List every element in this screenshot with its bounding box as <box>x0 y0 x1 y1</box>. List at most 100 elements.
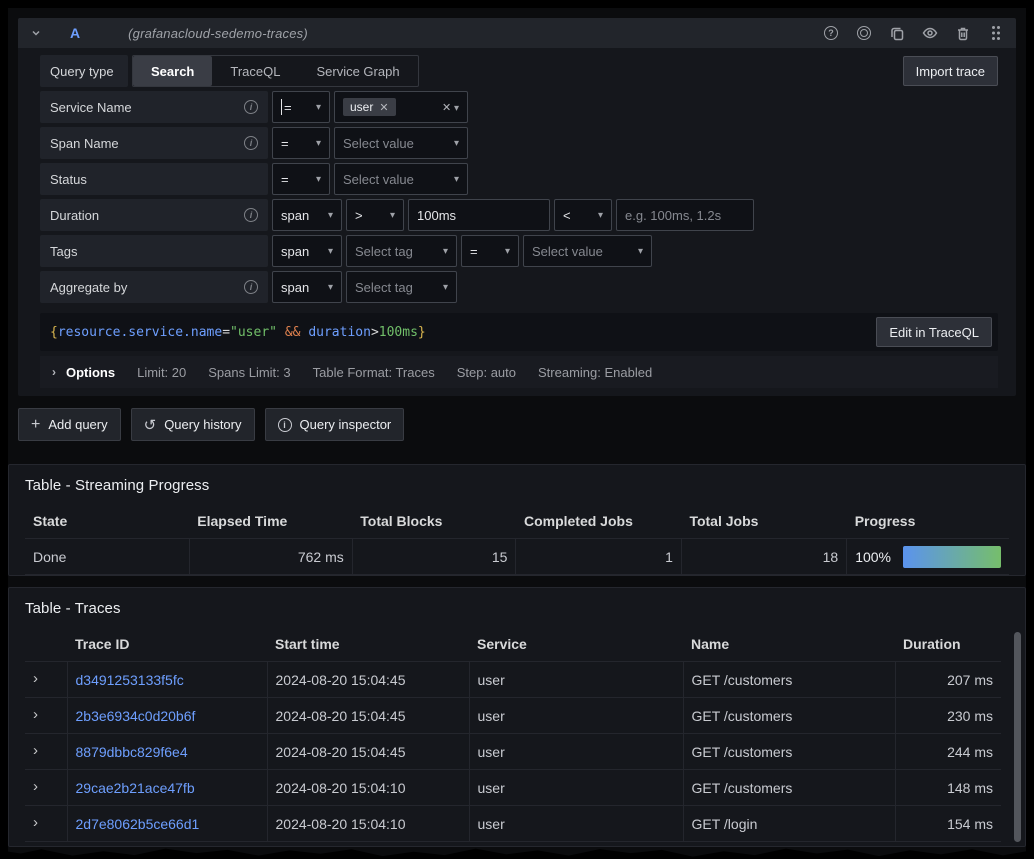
cell-service: user <box>469 734 683 770</box>
aggregate-tag-select[interactable]: Select tag ▾ <box>346 271 457 303</box>
option-spans-limit: Spans Limit: 3 <box>208 365 290 380</box>
query-header[interactable]: A (grafanacloud-sedemo-traces) ? <box>18 18 1016 48</box>
chevron-down-icon: ▾ <box>308 174 321 185</box>
panel-title: Table - Traces <box>25 600 1025 617</box>
streaming-progress-table: State Elapsed Time Total Blocks Complete… <box>25 507 1009 575</box>
vertical-scrollbar[interactable] <box>1014 632 1021 842</box>
status-value-select[interactable]: Select value ▾ <box>334 163 468 195</box>
help-icon[interactable]: ? <box>823 25 839 41</box>
trace-id-link[interactable]: 2d7e8062b5ce66d1 <box>76 816 200 832</box>
duration-min-input[interactable] <box>417 208 541 223</box>
text-caret <box>281 99 282 115</box>
add-query-button[interactable]: + Add query <box>18 408 121 441</box>
service-name-label: Service Name <box>50 100 132 115</box>
col-header-start-time[interactable]: Start time <box>267 630 469 662</box>
trace-id-link[interactable]: 8879dbbc829f6e4 <box>76 744 188 760</box>
cell-name: GET /customers <box>683 770 895 806</box>
duration-scope-select[interactable]: span ▾ <box>272 199 342 231</box>
status-operator-select[interactable]: = ▾ <box>272 163 330 195</box>
trace-id-link[interactable]: d3491253133f5fc <box>76 672 184 688</box>
value-chip[interactable]: user ✕ <box>343 98 396 116</box>
query-inspector-button[interactable]: i Query inspector <box>265 408 405 441</box>
service-name-value-select[interactable]: user ✕ ✕ ▾ <box>334 91 468 123</box>
cell-duration: 207 ms <box>895 662 1001 698</box>
tags-operator-select[interactable]: = ▾ <box>461 235 519 267</box>
query-history-button[interactable]: ↺ Query history <box>131 408 255 441</box>
duration-gt-operator-select[interactable]: > ▾ <box>346 199 404 231</box>
chevron-down-icon: ▾ <box>446 174 459 185</box>
cell-service: user <box>469 662 683 698</box>
plus-icon: + <box>31 416 40 434</box>
edit-in-traceql-button[interactable]: Edit in TraceQL <box>876 317 992 347</box>
cell-start-time: 2024-08-20 15:04:45 <box>267 698 469 734</box>
record-icon[interactable] <box>856 25 872 41</box>
span-name-value-select[interactable]: Select value ▾ <box>334 127 468 159</box>
tab-search[interactable]: Search <box>133 56 212 86</box>
cell-total-jobs: 18 <box>681 539 846 575</box>
cell-total-blocks: 15 <box>352 539 516 575</box>
tags-scope-select[interactable]: span ▾ <box>272 235 342 267</box>
col-header-total-jobs[interactable]: Total Jobs <box>681 507 846 539</box>
eye-icon[interactable] <box>922 25 938 41</box>
option-step: Step: auto <box>457 365 516 380</box>
tags-value-select[interactable]: Select value ▾ <box>523 235 652 267</box>
col-header-total-blocks[interactable]: Total Blocks <box>352 507 516 539</box>
options-row: › Options Limit: 20 Spans Limit: 3 Table… <box>40 356 998 388</box>
tab-service-graph[interactable]: Service Graph <box>298 56 417 86</box>
option-limit: Limit: 20 <box>137 365 186 380</box>
service-name-operator-select[interactable]: = ▾ <box>272 91 330 123</box>
expand-row-icon[interactable]: › <box>33 742 38 759</box>
progress-percent: 100% <box>855 549 891 565</box>
col-header-trace-id[interactable]: Trace ID <box>67 630 267 662</box>
clear-icon[interactable]: ✕ <box>442 102 451 114</box>
info-icon[interactable]: i <box>244 280 258 294</box>
drag-handle-icon[interactable] <box>988 25 1004 41</box>
table-row: › 8879dbbc829f6e4 2024-08-20 15:04:45 us… <box>25 734 1001 770</box>
info-circle-icon: i <box>278 418 292 432</box>
expand-row-icon[interactable]: › <box>33 670 38 687</box>
chevron-down-icon: ▾ <box>630 246 643 257</box>
chevron-down-icon: ▾ <box>435 246 448 257</box>
aggregate-scope-select[interactable]: span ▾ <box>272 271 342 303</box>
span-name-operator-select[interactable]: = ▾ <box>272 127 330 159</box>
col-header-name[interactable]: Name <box>683 630 895 662</box>
col-header-state[interactable]: State <box>25 507 189 539</box>
cell-name: GET /customers <box>683 662 895 698</box>
expand-row-icon[interactable]: › <box>33 706 38 723</box>
trace-id-link[interactable]: 2b3e6934c0d20b6f <box>76 708 196 724</box>
info-icon[interactable]: i <box>244 208 258 222</box>
col-header-progress[interactable]: Progress <box>847 507 1009 539</box>
query-actions: + Add query ↺ Query history i Query insp… <box>18 408 1026 441</box>
cell-start-time: 2024-08-20 15:04:10 <box>267 770 469 806</box>
cell-name: GET /login <box>683 806 895 842</box>
trash-icon[interactable] <box>955 25 971 41</box>
import-trace-button[interactable]: Import trace <box>903 56 998 86</box>
duration-label: Duration <box>50 208 99 223</box>
trace-id-link[interactable]: 29cae2b21ace47fb <box>76 780 195 796</box>
duration-max-input[interactable] <box>625 208 745 223</box>
chevron-down-icon[interactable] <box>30 27 56 39</box>
span-name-label: Span Name <box>50 136 119 151</box>
tags-tag-select[interactable]: Select tag ▾ <box>346 235 457 267</box>
copy-icon[interactable] <box>889 25 905 41</box>
chevron-down-icon: ▾ <box>590 210 603 221</box>
duration-lt-operator-select[interactable]: < ▾ <box>554 199 612 231</box>
col-header-service[interactable]: Service <box>469 630 683 662</box>
col-header-expand <box>25 630 67 662</box>
tags-label: Tags <box>50 244 77 259</box>
option-streaming: Streaming: Enabled <box>538 365 652 380</box>
options-toggle[interactable]: › Options <box>52 365 115 380</box>
cell-service: user <box>469 770 683 806</box>
expand-row-icon[interactable]: › <box>33 778 38 795</box>
panel-title: Table - Streaming Progress <box>25 477 1009 494</box>
datasource-name: (grafanacloud-sedemo-traces) <box>128 26 308 41</box>
info-icon[interactable]: i <box>244 136 258 150</box>
tab-traceql[interactable]: TraceQL <box>212 56 298 86</box>
col-header-elapsed-time[interactable]: Elapsed Time <box>189 507 352 539</box>
info-icon[interactable]: i <box>244 100 258 114</box>
expand-row-icon[interactable]: › <box>33 814 38 831</box>
col-header-completed-jobs[interactable]: Completed Jobs <box>516 507 681 539</box>
col-header-duration[interactable]: Duration <box>895 630 1001 662</box>
chip-remove-icon[interactable]: ✕ <box>379 101 388 114</box>
table-row: › 29cae2b21ace47fb 2024-08-20 15:04:10 u… <box>25 770 1001 806</box>
